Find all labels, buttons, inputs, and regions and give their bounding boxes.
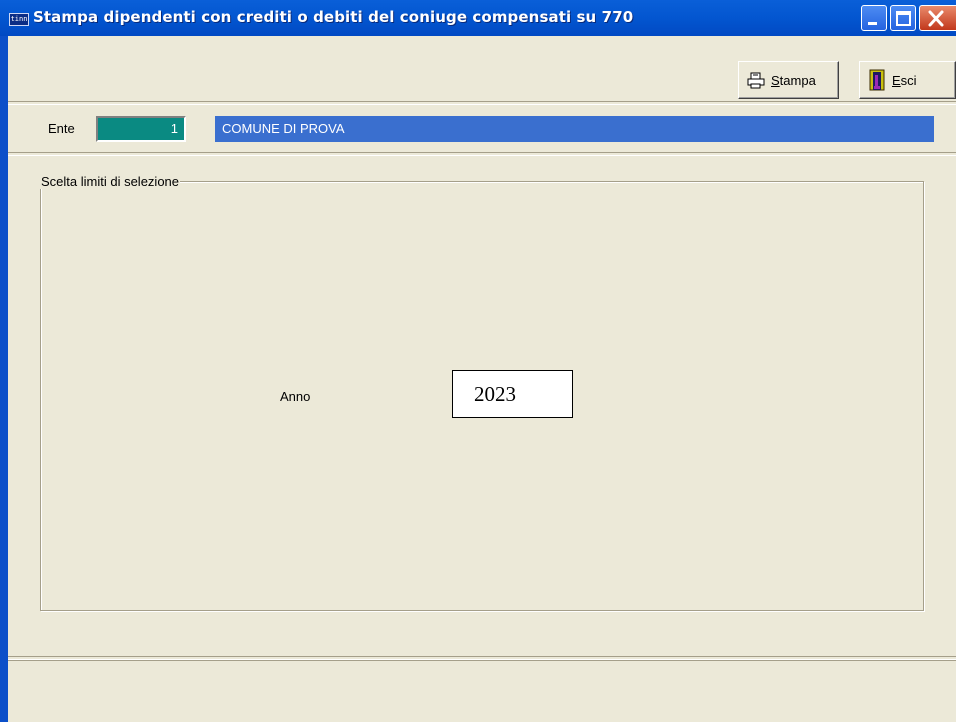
esci-label: Esci — [892, 72, 917, 88]
groupbox-title: Scelta limiti di selezione — [40, 174, 181, 189]
title-bar[interactable]: tinn Stampa dipendenti con crediti o deb… — [0, 0, 956, 36]
printer-icon — [747, 72, 765, 89]
stampa-button[interactable]: Stampa — [738, 61, 839, 99]
status-bar — [8, 660, 956, 722]
anno-input[interactable]: 2023 — [452, 370, 573, 418]
close-icon — [928, 10, 944, 27]
toolbar-separator — [8, 101, 956, 105]
stampa-label: Stampa — [771, 72, 816, 88]
minimize-icon — [868, 22, 877, 25]
anno-label: Anno — [280, 389, 311, 404]
esci-button[interactable]: Esci — [859, 61, 956, 99]
minimize-button[interactable] — [861, 5, 887, 31]
ente-label: Ente — [48, 121, 75, 136]
close-button[interactable] — [919, 5, 956, 31]
maximize-button[interactable] — [890, 5, 916, 31]
ente-row: Ente 1 COMUNE DI PROVA — [8, 106, 956, 152]
exit-door-icon — [869, 69, 885, 91]
window-frame-left — [0, 36, 8, 722]
ente-name-field: COMUNE DI PROVA — [215, 116, 934, 142]
ente-code-field[interactable]: 1 — [96, 116, 186, 142]
app-icon: tinn — [9, 13, 29, 26]
maximize-icon — [896, 11, 911, 26]
window-title: Stampa dipendenti con crediti o debiti d… — [33, 8, 634, 26]
header-separator — [8, 152, 956, 156]
